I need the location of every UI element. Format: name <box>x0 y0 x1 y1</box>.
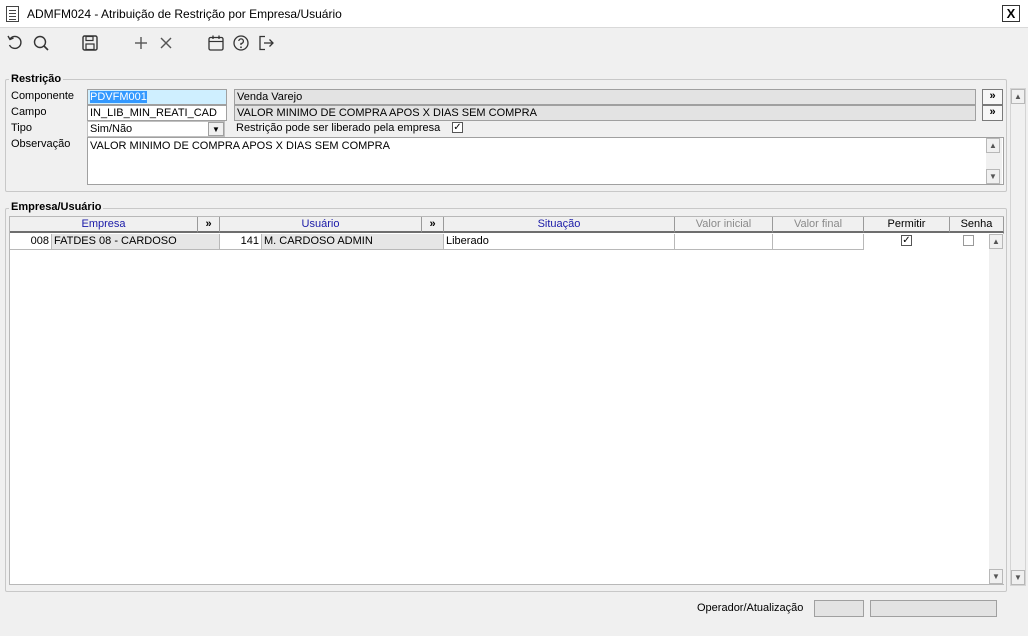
empresa-lookup-button[interactable]: » <box>198 217 220 233</box>
cell-valor-final[interactable] <box>773 234 864 250</box>
column-header-empresa[interactable]: Empresa <box>10 217 198 233</box>
observacao-scrollbar[interactable]: ▲ ▼ <box>986 138 1002 184</box>
campo-desc-field: VALOR MINIMO DE COMPRA APOS X DIAS SEM C… <box>234 105 976 121</box>
column-header-situacao[interactable]: Situação <box>444 217 675 233</box>
toolbar <box>0 29 1028 59</box>
column-header-usuario[interactable]: Usuário <box>220 217 422 233</box>
usuario-lookup-button[interactable]: » <box>422 217 444 233</box>
column-header-permitir[interactable]: Permitir <box>864 217 950 233</box>
window-title: ADMFM024 - Atribuição de Restrição por E… <box>27 7 342 21</box>
delete-icon[interactable] <box>157 34 177 54</box>
tipo-label: Tipo <box>11 122 32 134</box>
column-header-valor-final[interactable]: Valor final <box>773 217 864 233</box>
operador-atualizacao-label: Operador/Atualização <box>697 602 804 614</box>
liberado-label: Restrição pode ser liberado pela empresa <box>236 122 441 134</box>
observacao-label: Observação <box>11 138 71 150</box>
empresa-usuario-legend: Empresa/Usuário <box>9 201 104 213</box>
scroll-down-icon[interactable]: ▼ <box>989 569 1003 584</box>
exit-icon[interactable] <box>257 34 277 54</box>
observacao-textarea[interactable]: VALOR MINIMO DE COMPRA APOS X DIAS SEM C… <box>87 137 1004 185</box>
check-icon: ✓ <box>453 122 462 133</box>
tipo-select[interactable]: Sim/Não <box>87 121 225 137</box>
grid-scrollbar[interactable]: ▲ ▼ <box>989 234 1005 584</box>
scroll-up-icon[interactable]: ▲ <box>989 234 1003 249</box>
form-scrollbar[interactable]: ▲ ▼ <box>1010 88 1026 586</box>
permitir-checkbox[interactable]: ✓ <box>901 235 912 246</box>
cell-permitir: ✓ <box>864 234 950 250</box>
document-icon <box>6 6 19 22</box>
componente-lookup-button[interactable]: » <box>982 89 1003 105</box>
liberado-checkbox[interactable]: ✓ <box>452 122 463 133</box>
componente-label: Componente <box>11 90 74 102</box>
column-header-senha[interactable]: Senha <box>950 217 1004 233</box>
cell-usuario-nome: M. CARDOSO ADMIN <box>262 234 444 250</box>
senha-checkbox[interactable] <box>963 235 974 246</box>
atualizacao-field <box>870 600 997 617</box>
save-icon[interactable] <box>81 34 101 54</box>
campo-field[interactable]: IN_LIB_MIN_REATI_CAD <box>87 105 227 121</box>
search-icon[interactable] <box>32 34 52 54</box>
chevron-down-icon[interactable]: ▼ <box>208 122 224 136</box>
cell-valor-inicial[interactable] <box>675 234 773 250</box>
scroll-up-icon[interactable]: ▲ <box>1011 89 1025 104</box>
cell-empresa-nome: FATDES 08 - CARDOSO <box>52 234 220 250</box>
cell-empresa-cod[interactable]: 008 <box>10 234 52 250</box>
cell-usuario-cod[interactable]: 141 <box>220 234 262 250</box>
componente-desc-field: Venda Varejo <box>234 89 976 105</box>
componente-field[interactable]: PDVFM001 <box>87 89 227 105</box>
cell-situacao[interactable]: Liberado <box>444 234 675 250</box>
operador-field <box>814 600 864 617</box>
title-bar: ADMFM024 - Atribuição de Restrição por E… <box>0 0 1028 28</box>
column-header-valor-inicial[interactable]: Valor inicial <box>675 217 773 233</box>
scroll-up-icon[interactable]: ▲ <box>986 138 1000 153</box>
campo-lookup-button[interactable]: » <box>982 105 1003 121</box>
add-icon[interactable] <box>132 34 152 54</box>
campo-label: Campo <box>11 106 47 118</box>
help-icon[interactable] <box>232 34 252 54</box>
check-icon: ✓ <box>902 235 911 246</box>
restricao-legend: Restrição <box>9 73 64 85</box>
scroll-down-icon[interactable]: ▼ <box>986 169 1000 184</box>
cell-senha <box>950 234 990 250</box>
scroll-down-icon[interactable]: ▼ <box>1011 570 1025 585</box>
empresa-usuario-grid: Empresa » Usuário » Situação Valor inici… <box>9 216 1005 585</box>
calendar-icon[interactable] <box>207 34 227 54</box>
refresh-icon[interactable] <box>6 34 26 54</box>
close-button[interactable]: X <box>1002 5 1020 22</box>
